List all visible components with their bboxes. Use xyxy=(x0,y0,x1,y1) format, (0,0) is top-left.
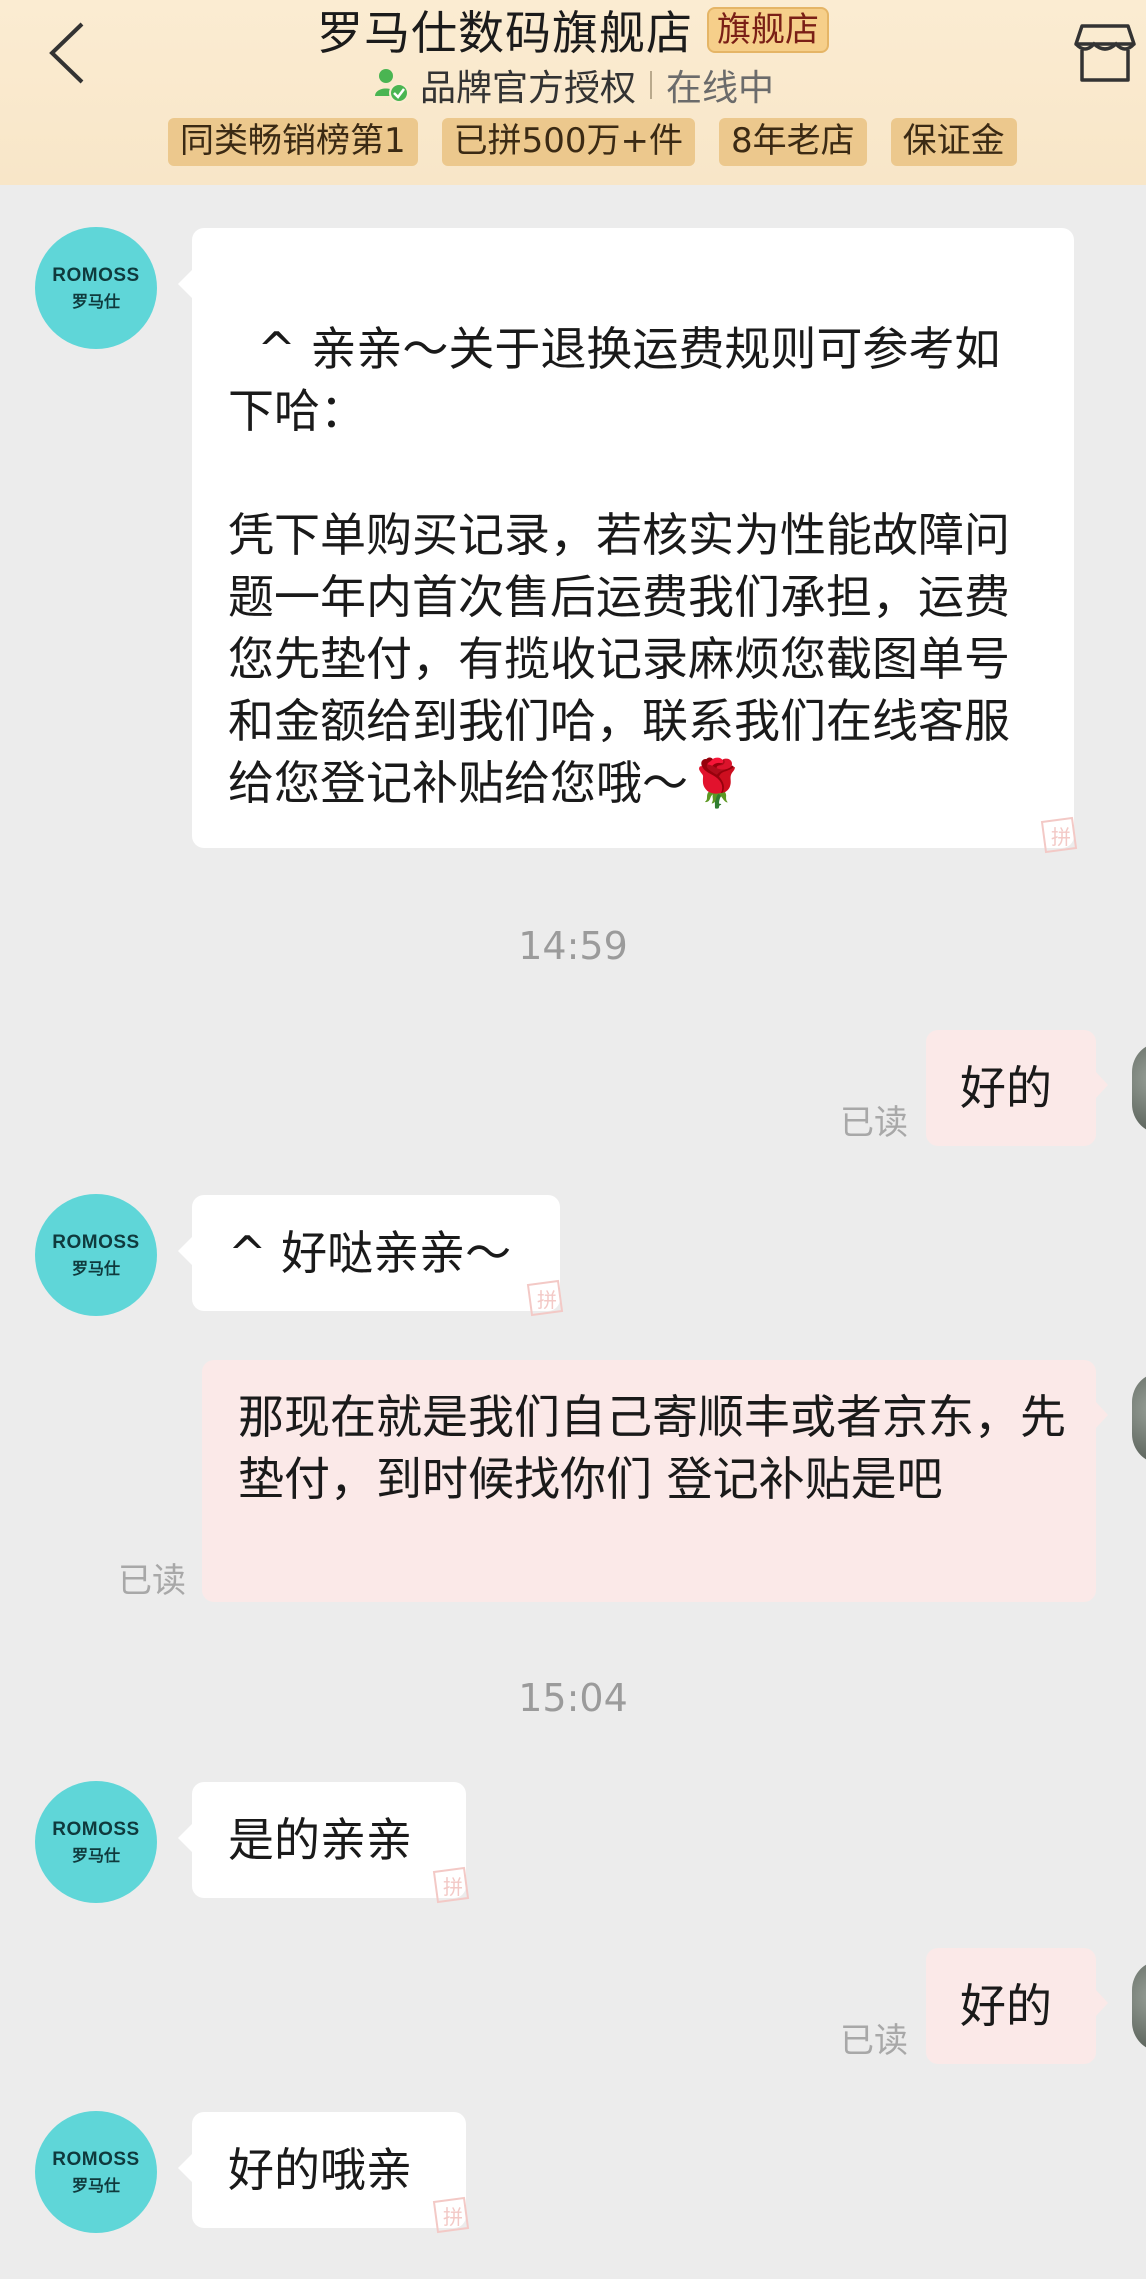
store-status-row: 品牌官方授权 在线中 xyxy=(0,60,1146,110)
avatar-brand-cn: 罗马仕 xyxy=(71,2175,120,2195)
store-button[interactable] xyxy=(1072,20,1138,86)
svg-text:拼: 拼 xyxy=(443,1875,463,1899)
seller-avatar[interactable]: ROMOSS 罗马仕 xyxy=(35,227,157,349)
brand-verified-icon xyxy=(374,69,409,103)
message-text: 好的 xyxy=(960,1061,1052,1115)
svg-text:拼: 拼 xyxy=(443,2205,463,2229)
avatar-brand-en: ROMOSS xyxy=(52,1818,140,1840)
seller-avatar[interactable]: ROMOSS 罗马仕 xyxy=(35,2111,157,2233)
divider xyxy=(650,71,652,99)
pin-watermark-icon: 拼 xyxy=(432,1866,470,1904)
user-avatar[interactable] xyxy=(1132,1960,1146,2052)
avatar-brand-cn: 罗马仕 xyxy=(71,1845,120,1865)
message-text: ^ 好哒亲亲～ xyxy=(228,1226,512,1280)
store-tags: 同类畅销榜第1 已拼500万+件 8年老店 保证金 xyxy=(168,118,1017,166)
tag-store-age: 8年老店 xyxy=(719,118,867,166)
pin-watermark-icon: 拼 xyxy=(1040,816,1078,854)
avatar-brand-en: ROMOSS xyxy=(52,264,140,286)
authorization-label: 品牌官方授权 xyxy=(419,68,636,109)
store-title-row[interactable]: 罗马仕数码旗舰店 旗舰店 xyxy=(0,2,1146,60)
user-avatar[interactable] xyxy=(1132,1042,1146,1134)
chat-header: 罗马仕数码旗舰店 旗舰店 品牌官方授权 在线中 同类畅销榜第1 已拼500万+件… xyxy=(0,0,1146,185)
svg-text:拼: 拼 xyxy=(1051,825,1071,849)
message-bubble-outgoing[interactable]: 好的 xyxy=(926,1948,1108,2064)
online-status: 在线中 xyxy=(666,68,775,109)
message-bubble-incoming[interactable]: ^ 好哒亲亲～ 拼 xyxy=(178,1195,564,1317)
read-receipt: 已读 xyxy=(118,1561,186,1601)
read-receipt: 已读 xyxy=(840,1103,908,1143)
storefront-icon xyxy=(1074,24,1136,82)
tag-deposit: 保证金 xyxy=(890,118,1017,166)
message-bubble-incoming[interactable]: 是的亲亲 拼 xyxy=(178,1782,470,1904)
seller-avatar[interactable]: ROMOSS 罗马仕 xyxy=(35,1781,157,1903)
timestamp: 15:04 xyxy=(518,1676,628,1720)
store-name[interactable]: 罗马仕数码旗舰店 xyxy=(317,0,693,63)
tag-bestseller: 同类畅销榜第1 xyxy=(168,118,418,166)
avatar-brand-cn: 罗马仕 xyxy=(71,291,120,311)
message-bubble-outgoing[interactable]: 那现在就是我们自己寄顺丰或者京东，先垫付，到时候找你们 登记补贴是吧 xyxy=(202,1360,1108,1602)
read-receipt: 已读 xyxy=(840,2021,908,2061)
pin-watermark-icon: 拼 xyxy=(526,1279,564,1317)
message-text: 是的亲亲 xyxy=(228,1813,412,1867)
user-avatar[interactable] xyxy=(1132,1372,1146,1464)
message-text: 那现在就是我们自己寄顺丰或者京东，先垫付，到时候找你们 登记补贴是吧 xyxy=(238,1390,1066,1506)
message-text: ^ 亲亲～关于退换运费规则可参考如下哈： 凭下单购买记录，若核实为性能故障问题一… xyxy=(228,322,1010,810)
avatar-brand-en: ROMOSS xyxy=(52,2148,140,2170)
message-bubble-incoming[interactable]: ^ 亲亲～关于退换运费规则可参考如下哈： 凭下单购买记录，若核实为性能故障问题一… xyxy=(178,228,1078,854)
timestamp: 14:59 xyxy=(518,924,628,968)
tag-sold-count: 已拼500万+件 xyxy=(441,118,696,166)
flagship-badge: 旗舰店 xyxy=(707,7,829,53)
svg-text:拼: 拼 xyxy=(537,1288,557,1312)
message-text: 好的哦亲 xyxy=(228,2143,412,2197)
seller-avatar[interactable]: ROMOSS 罗马仕 xyxy=(35,1194,157,1316)
message-text: 好的 xyxy=(960,1979,1052,2033)
avatar-brand-cn: 罗马仕 xyxy=(71,1258,120,1278)
avatar-brand-en: ROMOSS xyxy=(52,1231,140,1253)
pin-watermark-icon: 拼 xyxy=(432,2196,470,2234)
message-bubble-incoming[interactable]: 好的哦亲 拼 xyxy=(178,2112,470,2234)
message-bubble-outgoing[interactable]: 好的 xyxy=(926,1030,1108,1146)
